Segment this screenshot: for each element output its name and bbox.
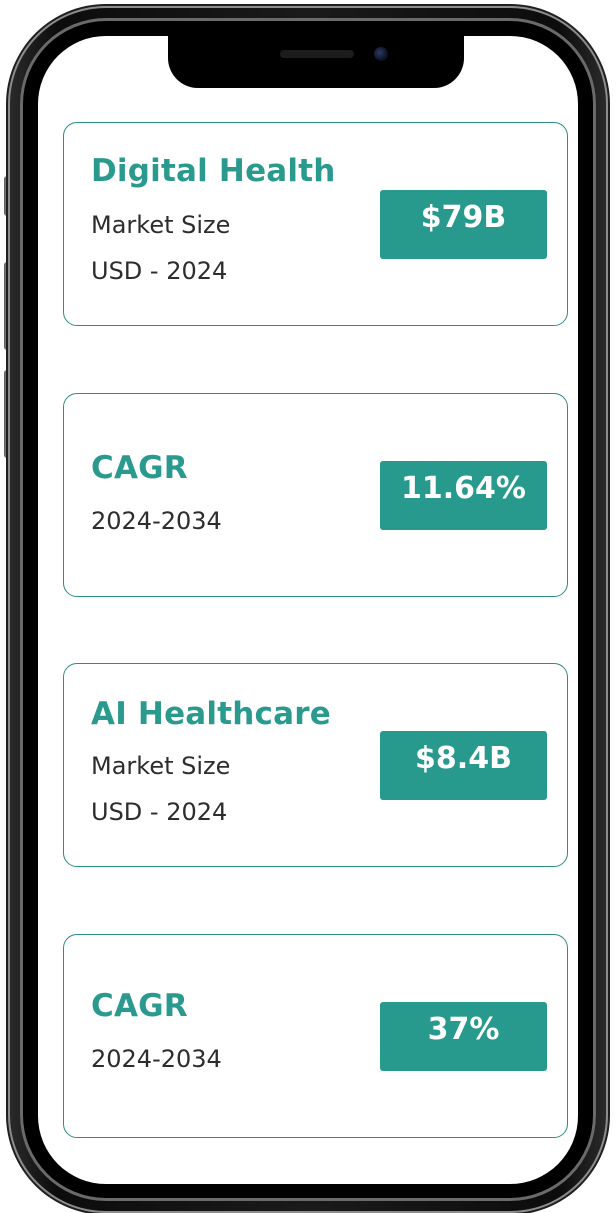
card-subtitle: Market Size: [91, 211, 231, 239]
stage: Digital Health Market Size USD - 2024 $7…: [0, 0, 616, 1213]
stat-card-digital-health: Digital Health Market Size USD - 2024 $7…: [63, 122, 568, 326]
stat-card-cagr: CAGR 2024-2034 11.64%: [63, 393, 568, 597]
value-badge: $8.4B: [380, 731, 547, 800]
front-camera-icon: [374, 47, 388, 61]
value-badge: 37%: [380, 1002, 547, 1071]
card-subtitle: Market Size: [91, 752, 231, 780]
card-subtitle: USD - 2024: [91, 257, 228, 285]
stat-card-ai-healthcare: AI Healthcare Market Size USD - 2024 $8.…: [63, 663, 568, 867]
stat-card-cagr: CAGR 2024-2034 37%: [63, 934, 568, 1138]
card-title: CAGR: [91, 450, 188, 486]
value-badge: $79B: [380, 190, 547, 259]
phone-notch: [168, 36, 464, 88]
card-subtitle: USD - 2024: [91, 798, 228, 826]
value-badge: 11.64%: [380, 461, 547, 530]
speaker-grille: [280, 50, 354, 58]
card-subtitle: 2024-2034: [91, 1045, 222, 1073]
card-title: CAGR: [91, 988, 188, 1024]
card-title: Digital Health: [91, 153, 336, 189]
card-subtitle: 2024-2034: [91, 507, 222, 535]
card-title: AI Healthcare: [91, 696, 331, 732]
